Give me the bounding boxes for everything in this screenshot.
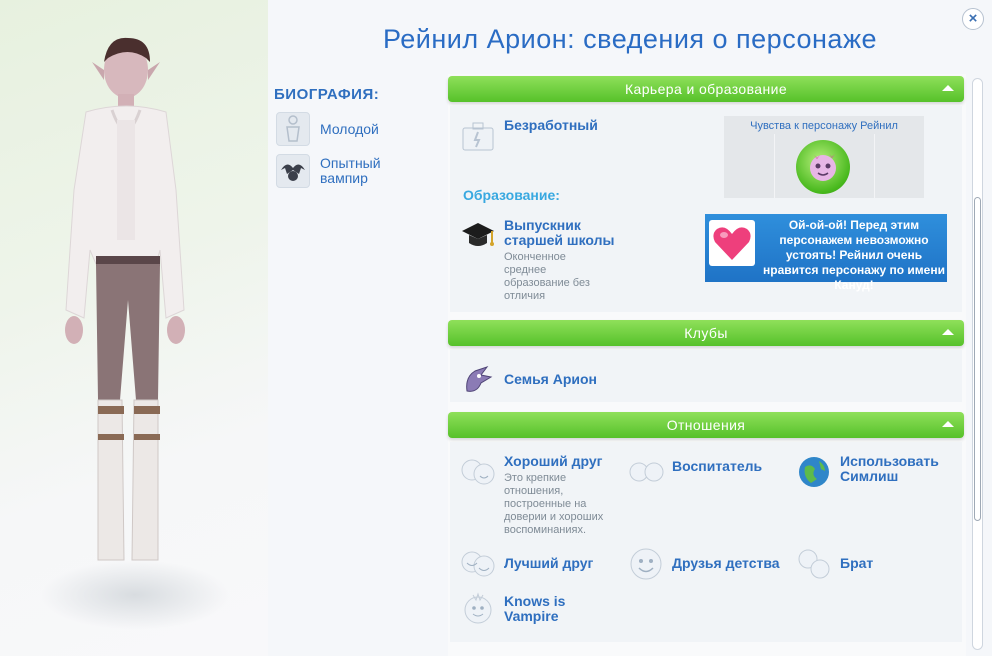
knows-vampire-icon	[460, 590, 496, 626]
sim-info-main: × Рейнил Арион: сведения о персонаже БИО…	[268, 0, 992, 656]
relationship-item: Друзья детства	[628, 546, 780, 582]
relationship-item: Брат	[796, 546, 873, 582]
good-friend-icon	[460, 454, 496, 490]
dragon-club-icon	[460, 362, 496, 398]
education-heading: Образование:	[463, 187, 560, 203]
relationship-label: Хороший друг	[504, 453, 603, 469]
biography-item-label: Молодой	[320, 120, 379, 137]
relationship-desc: Это крепкие отношения, построенные на до…	[504, 472, 604, 536]
childhood-friends-icon	[628, 546, 664, 582]
collapse-arrow-icon[interactable]	[942, 421, 954, 427]
feelings-panel: Чувства к персонажу Рейнил	[724, 116, 924, 198]
scrollbar-track[interactable]	[972, 78, 983, 650]
vampire-icon	[276, 154, 310, 188]
relationship-label: Брат	[840, 555, 874, 571]
feelings-divider	[774, 134, 775, 198]
relationship-item: Лучший друг	[460, 546, 593, 582]
best-friend-icon	[460, 546, 496, 582]
feelings-title: Чувства к персонажу Рейнил	[750, 120, 898, 132]
biography-item-age: Молодой	[276, 112, 379, 146]
caregiver-icon	[628, 454, 664, 490]
young-adult-icon	[276, 112, 310, 146]
biography-item-label: Опытный вампир	[320, 155, 381, 186]
education-label: Выпускник старшей школы	[504, 217, 615, 248]
heart-icon	[709, 220, 755, 266]
details-scroll-panel[interactable]: Карьера и образование Безработный Образо…	[448, 74, 966, 656]
graduation-cap-icon	[460, 218, 496, 254]
education-desc: Оконченное среднее образование без отлич…	[504, 251, 590, 302]
relationship-item: Использовать Симлиш	[796, 454, 950, 490]
relationship-item: Knows is Vampire	[460, 590, 584, 626]
section-header-clubs[interactable]: Клубы	[448, 320, 964, 346]
relationship-item: Хороший друг Это крепкие отношения, пост…	[460, 454, 626, 537]
scrollbar-thumb[interactable]	[974, 197, 981, 521]
section-title: Карьера и образование	[624, 81, 788, 97]
club-item[interactable]: Семья Арион	[460, 362, 597, 398]
section-title: Клубы	[684, 325, 728, 341]
relationship-label: Друзья детства	[672, 555, 780, 571]
page-title: Рейнил Арион: сведения о персонаже	[382, 24, 878, 54]
relationship-label: Knows is Vampire	[504, 593, 566, 624]
smitten-icon[interactable]	[796, 140, 850, 194]
sibling-icon	[796, 546, 832, 582]
relationship-label: Использовать Симлиш	[840, 453, 939, 484]
sim-portrait-panel	[0, 0, 268, 656]
relationship-label: Лучший друг	[504, 555, 594, 571]
relationship-label: Воспитатель	[672, 458, 763, 474]
section-title: Отношения	[666, 417, 746, 433]
collapse-arrow-icon[interactable]	[942, 329, 954, 335]
globe-icon	[796, 454, 832, 490]
biography-item-occult: Опытный вампир	[276, 154, 410, 188]
career-job: Безработный	[460, 118, 598, 154]
relationship-item: Воспитатель	[628, 454, 762, 490]
feelings-tooltip-text: Ой-ой-ой! Перед этим персонажем невозмож…	[763, 218, 945, 292]
sim-figure	[65, 37, 185, 561]
briefcase-icon	[460, 118, 496, 154]
biography-heading: БИОГРАФИЯ:	[274, 86, 380, 103]
feelings-divider	[874, 134, 875, 198]
feelings-tooltip: Ой-ой-ой! Перед этим персонажем невозмож…	[705, 214, 947, 292]
section-header-career[interactable]: Карьера и образование	[448, 76, 964, 102]
collapse-arrow-icon[interactable]	[942, 85, 954, 91]
section-header-relationships[interactable]: Отношения	[448, 412, 964, 438]
education-item: Выпускник старшей школы Оконченное средн…	[460, 218, 634, 303]
club-label: Семья Арион	[504, 371, 598, 387]
career-job-label: Безработный	[504, 117, 598, 133]
